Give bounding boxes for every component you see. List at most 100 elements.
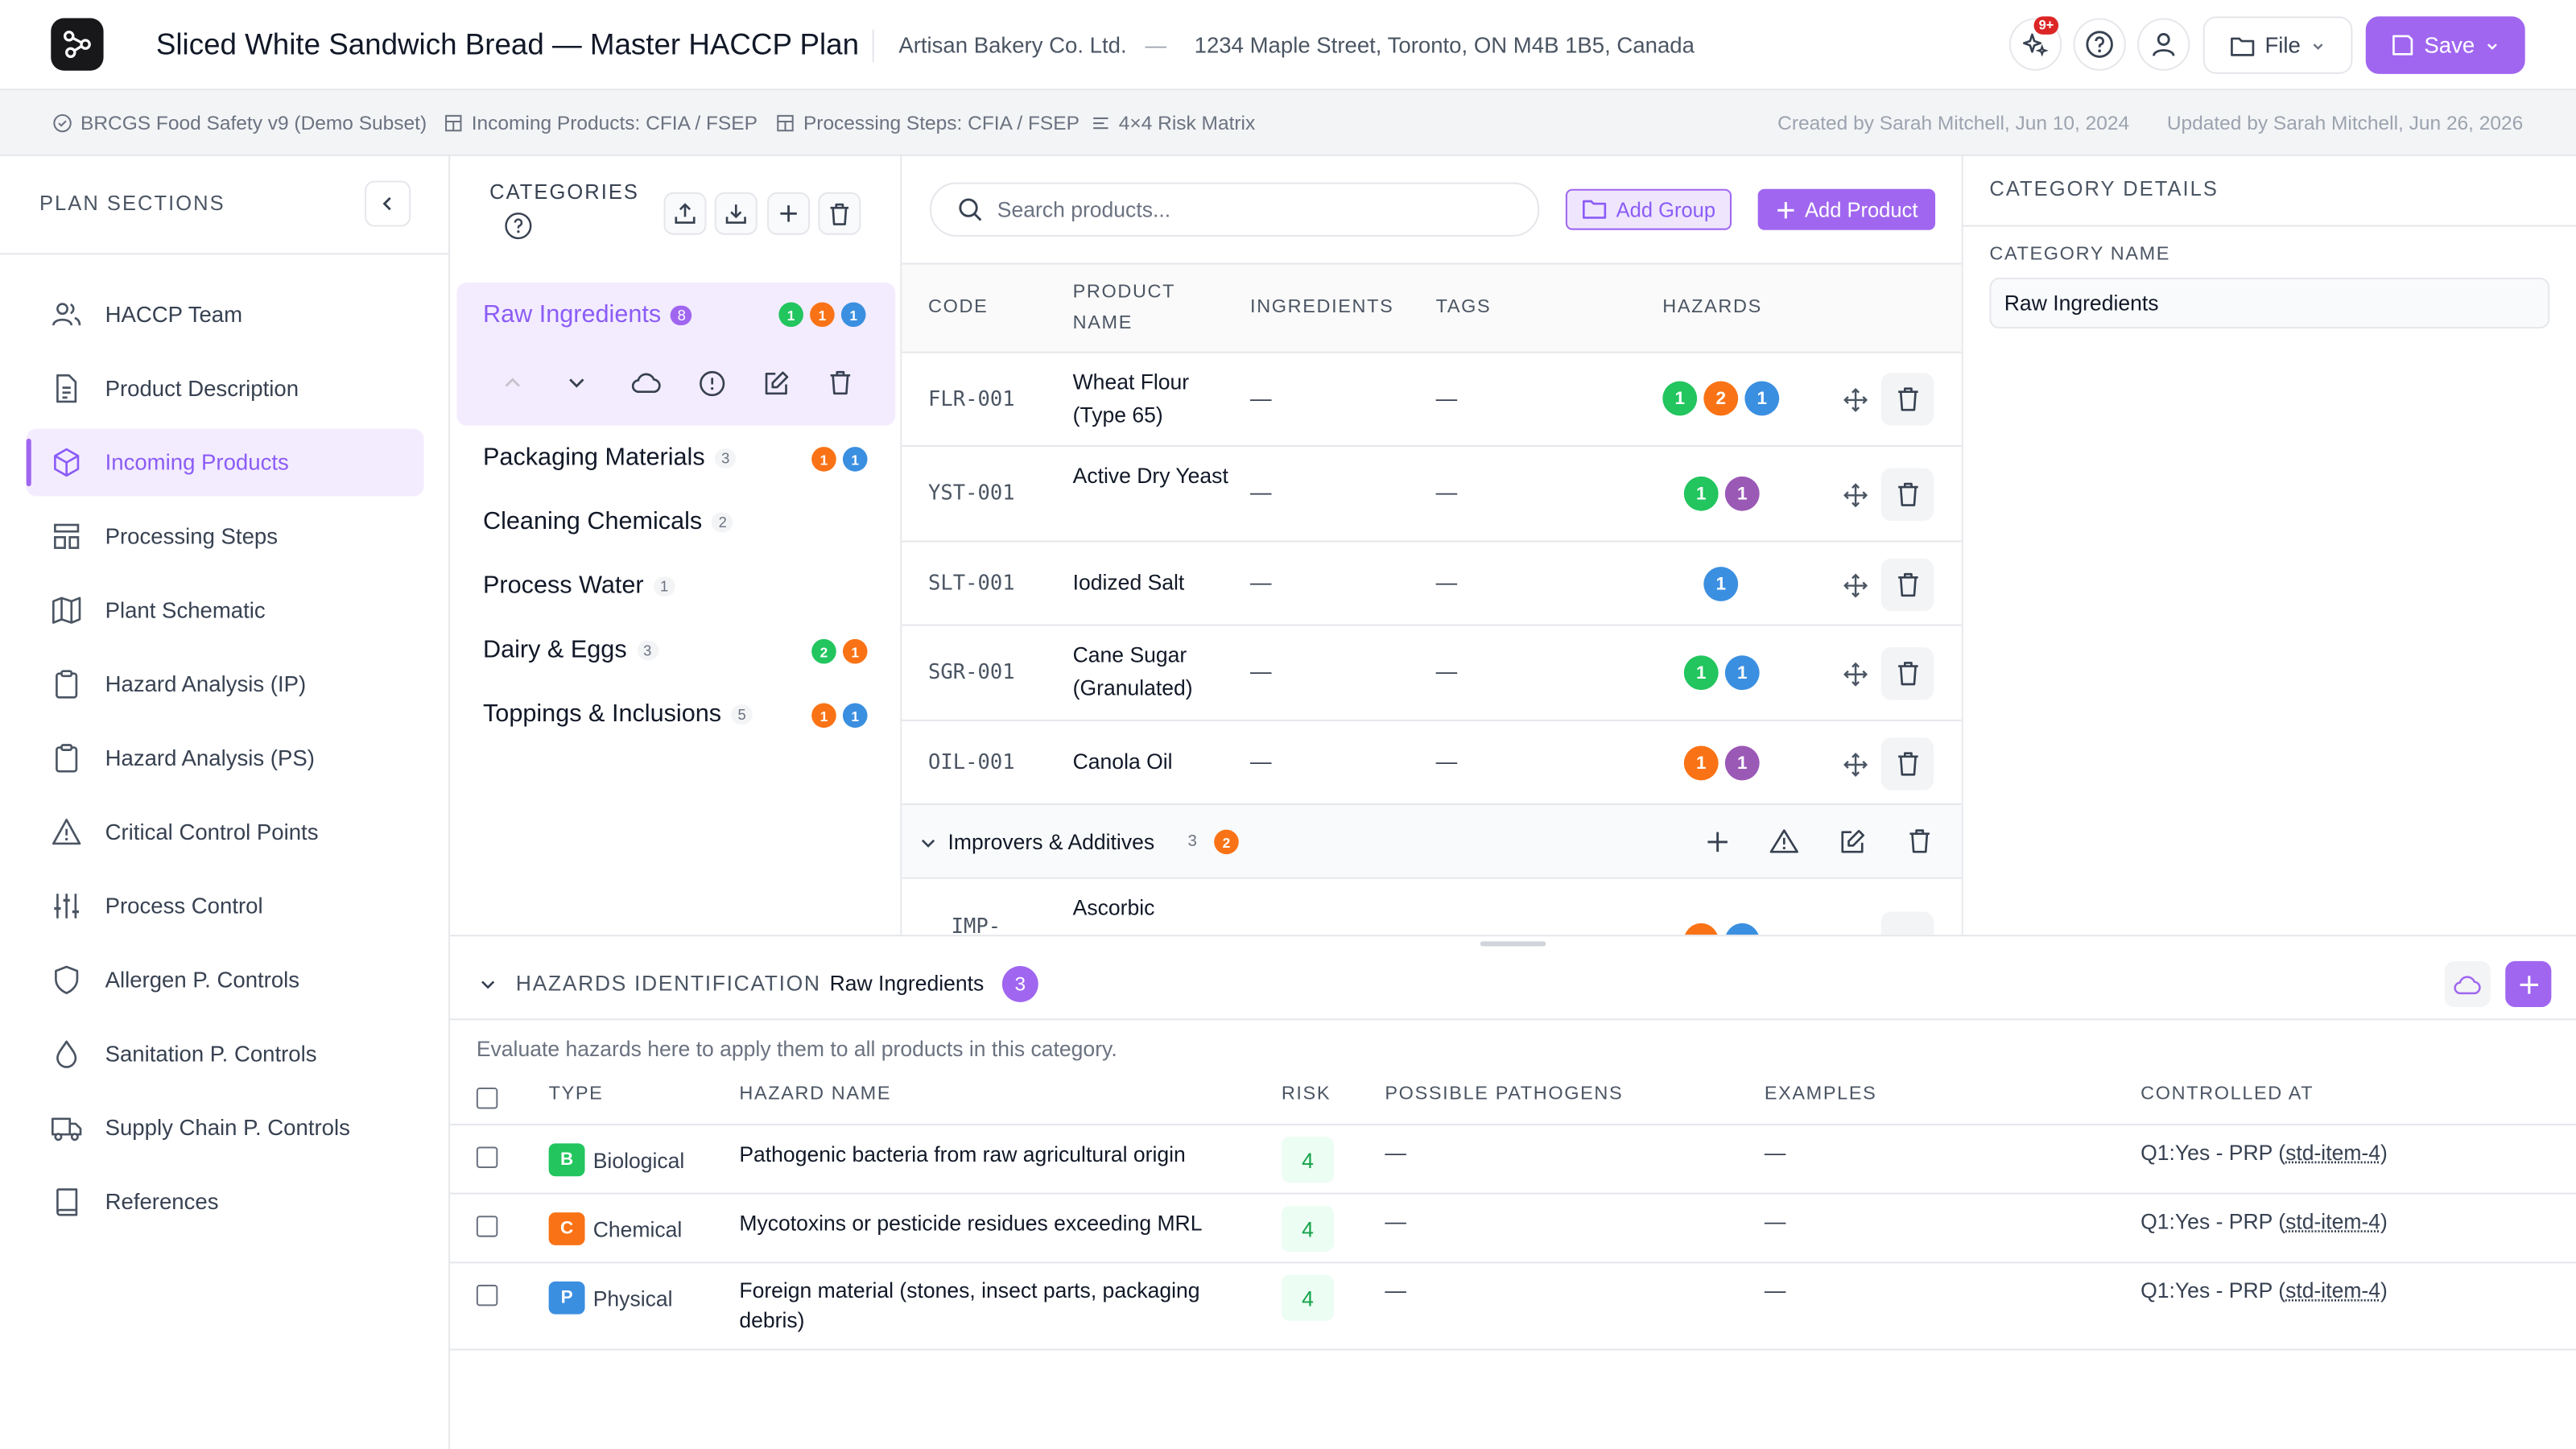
hazard-badge-biological: 1 bbox=[1683, 476, 1719, 511]
category-item-cleaning[interactable]: Cleaning Chemicals 2 bbox=[483, 508, 734, 535]
move-up-button[interactable] bbox=[488, 358, 537, 407]
standard-reference-link[interactable]: std-item-4 bbox=[2285, 1209, 2380, 1234]
sidebar-item-incoming-products[interactable]: Incoming Products bbox=[26, 428, 424, 497]
plus-icon[interactable] bbox=[1705, 830, 1730, 855]
standard-reference-link[interactable]: std-item-4 bbox=[2285, 1140, 2380, 1165]
add-group-button[interactable]: Add Group bbox=[1565, 188, 1732, 230]
row-checkbox[interactable] bbox=[476, 1284, 498, 1307]
move-icon[interactable] bbox=[1843, 662, 1868, 687]
product-row[interactable]: OIL-001 Canola Oil — — 1 1 bbox=[902, 720, 1962, 805]
upload-button[interactable] bbox=[663, 192, 707, 235]
product-group-row[interactable]: Improvers & Additives 3 2 bbox=[902, 804, 1962, 879]
hazard-row[interactable]: C Chemical Mycotoxins or pesticide resid… bbox=[450, 1195, 2576, 1264]
sidebar-item-hazard-analysis-ps[interactable]: Hazard Analysis (PS) bbox=[27, 724, 424, 792]
cloud-sync-button[interactable] bbox=[2444, 960, 2491, 1008]
product-row[interactable]: SLT-001 Iodized Salt — — 1 bbox=[902, 542, 1962, 626]
hazard-row[interactable]: B Biological Pathogenic bacteria from ra… bbox=[450, 1125, 2576, 1195]
app-logo[interactable] bbox=[51, 18, 104, 71]
save-button[interactable]: Save bbox=[2365, 16, 2525, 74]
cloud-sync-button[interactable] bbox=[621, 358, 670, 407]
hazard-type-letter: P bbox=[548, 1281, 585, 1315]
sidebar-item-sanitation-controls[interactable]: Sanitation P. Controls bbox=[27, 1020, 424, 1088]
column-header-examples: EXAMPLES bbox=[1764, 1084, 1877, 1104]
plan-title: Sliced White Sandwich Bread — Master HAC… bbox=[155, 27, 860, 61]
sidebar-item-plant-schematic[interactable]: Plant Schematic bbox=[27, 576, 424, 644]
chevron-down-icon[interactable] bbox=[478, 974, 497, 993]
hazard-badge-physical: 1 bbox=[840, 302, 866, 328]
category-item-dairy-eggs[interactable]: Dairy & Eggs 3 bbox=[483, 636, 658, 663]
category-name-field[interactable] bbox=[1989, 277, 2550, 329]
delete-product-button[interactable] bbox=[1880, 558, 1934, 612]
sidebar-item-product-description[interactable]: Product Description bbox=[27, 355, 424, 423]
search-input[interactable]: Search products... bbox=[997, 197, 1170, 222]
trash-icon[interactable] bbox=[1907, 828, 1932, 855]
edit-icon[interactable] bbox=[1839, 828, 1867, 857]
hazard-badge-chemical: 2 bbox=[1703, 381, 1739, 416]
product-row[interactable]: IMP- Ascorbic bbox=[902, 878, 1962, 935]
add-category-button[interactable] bbox=[767, 192, 811, 235]
collapse-sidebar-button[interactable] bbox=[365, 180, 411, 227]
delete-product-button[interactable] bbox=[1880, 373, 1934, 426]
lines-icon bbox=[1093, 117, 1108, 130]
sidebar-item-critical-control-points[interactable]: Critical Control Points bbox=[27, 799, 424, 866]
sidebar-item-references[interactable]: References bbox=[27, 1168, 424, 1236]
sidebar-item-allergen-controls[interactable]: Allergen P. Controls bbox=[27, 947, 424, 1014]
edit-category-button[interactable] bbox=[751, 358, 800, 407]
delete-button[interactable] bbox=[815, 358, 864, 407]
sidebar-item-label: HACCP Team bbox=[105, 302, 243, 328]
delete-product-button[interactable] bbox=[1880, 468, 1934, 521]
user-menu-button[interactable] bbox=[2137, 18, 2190, 71]
sidebar-item-haccp-team[interactable]: HACCP Team bbox=[27, 281, 424, 349]
row-checkbox[interactable] bbox=[476, 1216, 498, 1237]
category-item-process-water[interactable]: Process Water 1 bbox=[483, 572, 675, 600]
hazard-badge-biological: 1 bbox=[778, 302, 803, 328]
sidebar-item-supply-chain-controls[interactable]: Supply Chain P. Controls bbox=[27, 1094, 424, 1162]
category-item-packaging[interactable]: Packaging Materials 3 bbox=[483, 444, 737, 472]
category-hazard-badges: 1 1 bbox=[811, 447, 868, 472]
product-row[interactable]: YST-001 Active Dry Yeast — — 1 1 bbox=[902, 447, 1962, 543]
controlled-at-text: Q1:Yes - PRP ( bbox=[2140, 1140, 2286, 1165]
delete-product-button[interactable] bbox=[1880, 737, 1934, 791]
help-icon[interactable] bbox=[505, 212, 533, 240]
download-button[interactable] bbox=[714, 192, 758, 235]
category-item-toppings[interactable]: Toppings & Inclusions 5 bbox=[483, 700, 753, 728]
trash-icon bbox=[1897, 662, 1918, 686]
product-row[interactable]: SGR-001 Cane Sugar (Granulated) — — 1 1 bbox=[902, 625, 1962, 721]
select-all-checkbox[interactable] bbox=[476, 1088, 498, 1109]
category-hazard-badges: 1 1 1 bbox=[778, 302, 866, 328]
trash-icon bbox=[1897, 387, 1918, 411]
box-icon bbox=[54, 448, 80, 477]
delete-category-button[interactable] bbox=[818, 192, 861, 235]
sidebar-item-hazard-analysis-ip[interactable]: Hazard Analysis (IP) bbox=[27, 650, 424, 718]
notification-badge: 9+ bbox=[2033, 16, 2059, 35]
category-item-raw-ingredients[interactable]: Raw Ingredients 8 bbox=[483, 300, 693, 328]
chevron-down-icon[interactable] bbox=[919, 833, 938, 852]
standard-reference-link[interactable]: std-item-4 bbox=[2285, 1278, 2380, 1303]
warning-icon[interactable] bbox=[1769, 828, 1799, 855]
sidebar-item-processing-steps[interactable]: Processing Steps bbox=[27, 502, 424, 570]
add-product-button[interactable]: Add Product bbox=[1757, 188, 1936, 230]
hazard-row[interactable]: P Physical Foreign material (stones, ins… bbox=[450, 1263, 2576, 1351]
add-hazard-button[interactable] bbox=[2505, 960, 2552, 1008]
delete-product-button[interactable] bbox=[1880, 647, 1934, 700]
category-count: 5 bbox=[731, 704, 753, 724]
controlled-at-text: Q1:Yes - PRP ( bbox=[2140, 1278, 2286, 1303]
move-icon[interactable] bbox=[1843, 752, 1868, 778]
move-icon[interactable] bbox=[1843, 483, 1868, 508]
move-icon[interactable] bbox=[1843, 573, 1868, 598]
category-name-label: CATEGORY NAME bbox=[1989, 245, 2171, 265]
resize-handle[interactable] bbox=[1480, 941, 1546, 947]
sidebar-item-process-control[interactable]: Process Control bbox=[27, 873, 424, 940]
row-checkbox[interactable] bbox=[476, 1146, 498, 1169]
hazard-examples: — bbox=[1764, 1209, 1786, 1234]
product-row[interactable]: FLR-001 Wheat Flour (Type 65) — — 1 2 1 bbox=[902, 353, 1962, 448]
product-search[interactable]: Search products... bbox=[930, 182, 1540, 237]
help-button[interactable] bbox=[2073, 18, 2126, 71]
column-header-code: CODE bbox=[928, 297, 989, 317]
delete-product-button[interactable] bbox=[1880, 911, 1934, 935]
move-down-button[interactable] bbox=[552, 358, 601, 407]
info-button[interactable] bbox=[687, 358, 736, 407]
move-icon[interactable] bbox=[1843, 387, 1868, 413]
product-code: FLR-001 bbox=[928, 386, 1015, 411]
file-menu-button[interactable]: File bbox=[2202, 16, 2353, 74]
